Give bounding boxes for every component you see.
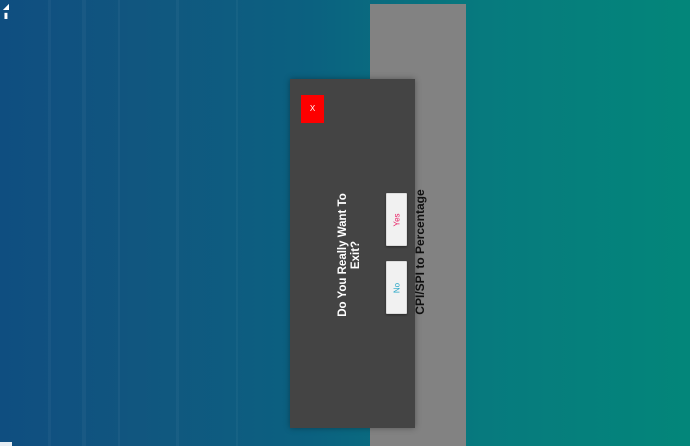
- signal-icon: ◢: [2, 2, 10, 11]
- background-texture: [118, 0, 120, 446]
- exit-dialog: X Do You Really Want To Exit? Yes No: [290, 79, 415, 428]
- no-button[interactable]: No: [386, 261, 407, 314]
- background-texture: [82, 0, 86, 446]
- background-screen-title: CPI/SPI to Percentage: [413, 189, 427, 315]
- yes-button[interactable]: Yes: [386, 193, 407, 246]
- background-texture: [48, 0, 51, 446]
- status-bar: ◢ ▮: [0, 0, 12, 446]
- background-texture: [236, 0, 238, 446]
- yes-button-label: Yes: [392, 212, 401, 227]
- background-texture: [176, 0, 179, 446]
- dialog-message: Do You Really Want To Exit?: [337, 193, 362, 317]
- no-button-label: No: [392, 282, 401, 293]
- navigation-indicator: [0, 442, 12, 446]
- app-screen: ◢ ▮ CPI/SPI to Percentage X Do You Reall…: [0, 0, 690, 446]
- close-button[interactable]: X: [301, 95, 324, 123]
- battery-icon: ▮: [3, 11, 9, 20]
- status-icons: ◢ ▮: [1, 2, 11, 20]
